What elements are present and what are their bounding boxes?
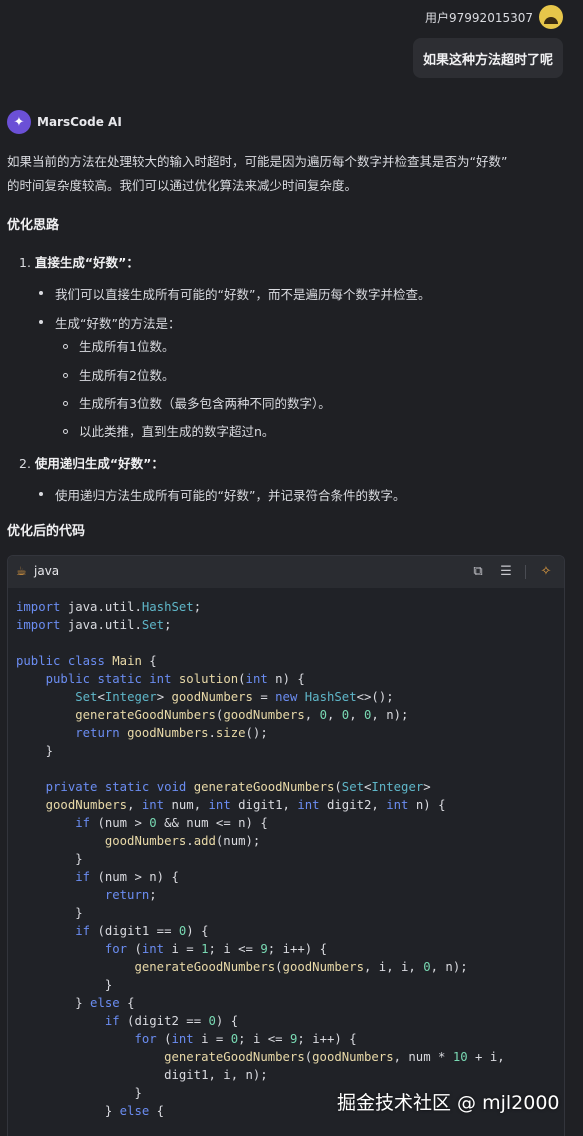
coffee-icon: ☕ xyxy=(16,564,27,578)
code-heading: 优化后的代码 xyxy=(7,524,86,539)
list-bullet-2: 生成“好数”的方法是： xyxy=(55,316,181,331)
watermark: 掘金技术社区 @ mjl2000 xyxy=(337,1092,560,1114)
magic-wand-icon: ✦ xyxy=(7,110,31,134)
code-block: ☕ java ⧉ ☰ ✧ import java.util.HashSet; i… xyxy=(7,555,565,1136)
insert-icon[interactable]: ☰ xyxy=(498,564,514,580)
lightbulb-icon[interactable]: ✧ xyxy=(538,564,554,580)
ai-message-header: ✦ MarsCode AI xyxy=(7,109,122,135)
sub-bullet-dot xyxy=(63,344,68,349)
bullet-dot xyxy=(39,291,43,295)
user-message-header: 用户979920​15307 xyxy=(0,0,583,38)
list-number-1: 1. xyxy=(19,255,31,270)
bullet-dot xyxy=(39,492,43,496)
sub-bullet-1: 生成所有1位数。 xyxy=(79,339,175,354)
user-question-bubble: 如果这种方法超时了呢 xyxy=(412,38,563,78)
ai-intro-line-2: 的时间复杂度较高。我们可以通过优化算法来减少时间复杂度。 xyxy=(7,178,358,193)
toolbar-divider xyxy=(525,565,526,579)
list-item-2: 2. 使用递归生成“好数”： xyxy=(19,453,164,472)
list-item-1-title: 直接生成“好数”： xyxy=(34,255,139,270)
sub-bullet-dot xyxy=(63,401,68,406)
code-language: java xyxy=(34,564,60,578)
sub-bullet-dot xyxy=(63,429,68,434)
list-item-2-title: 使用递归生成“好数”： xyxy=(34,456,164,471)
ideas-heading: 优化思路 xyxy=(7,218,60,233)
sub-bullet-dot xyxy=(63,373,68,378)
list-item-1: 1. 直接生成“好数”： xyxy=(19,252,139,271)
ai-intro-line-1: 如果当前的方法在处理较大的输入时超时，可能是因为遍历每个数字并检查其是否为“好数… xyxy=(7,154,508,169)
sub-bullet-2: 生成所有2位数。 xyxy=(79,368,175,383)
user-avatar[interactable] xyxy=(539,5,563,29)
ai-name: MarsCode AI xyxy=(37,115,122,129)
sub-bullet-4: 以此类推，直到生成的数字超过n。 xyxy=(79,424,275,439)
list-bullet-3: 使用递归方法生成所有可能的“好数”，并记录符合条件的数字。 xyxy=(55,488,406,503)
copy-icon[interactable]: ⧉ xyxy=(470,564,486,580)
list-number-2: 2. xyxy=(19,456,31,471)
user-name: 用户979920​15307 xyxy=(425,11,533,25)
sub-bullet-3: 生成所有3位数（最多包含两种不同的数字）。 xyxy=(79,396,331,411)
code-block-header: ☕ java ⧉ ☰ ✧ xyxy=(8,556,564,588)
code-content[interactable]: import java.util.HashSet; import java.ut… xyxy=(16,598,505,1120)
bullet-dot xyxy=(39,320,43,324)
list-bullet-1: 我们可以直接生成所有可能的“好数”，而不是遍历每个数字并检查。 xyxy=(55,287,431,302)
